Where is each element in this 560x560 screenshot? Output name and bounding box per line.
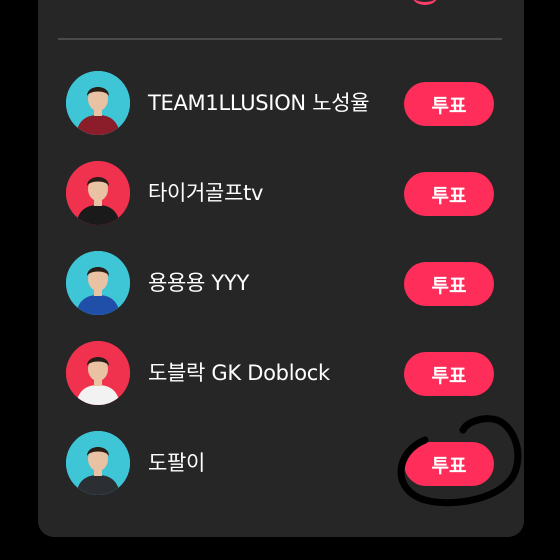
candidate-row: 용용용 YYY 투표 xyxy=(58,244,502,324)
candidate-name: TEAM1LLUSION 노성율 xyxy=(148,91,370,115)
vote-button[interactable]: 투표 xyxy=(404,442,494,486)
candidate-name: 도팔이 xyxy=(148,451,206,475)
vote-button[interactable]: 투표 xyxy=(404,262,494,306)
candidate-name: 용용용 YYY xyxy=(148,271,250,295)
divider xyxy=(58,38,502,40)
candidate-row: 타이거골프tv 투표 xyxy=(58,154,502,234)
avatar xyxy=(66,71,130,135)
candidate-row: TEAM1LLUSION 노성율 투표 xyxy=(58,64,502,144)
candidate-row: 도블락 GK Doblock 투표 xyxy=(58,334,502,414)
avatar xyxy=(66,161,130,225)
avatar xyxy=(66,341,130,405)
vote-button[interactable]: 투표 xyxy=(404,82,494,126)
avatar xyxy=(66,431,130,495)
avatar xyxy=(66,251,130,315)
vote-button[interactable]: 투표 xyxy=(404,352,494,396)
candidate-row: 도팔이 투표 xyxy=(58,424,502,504)
candidate-name: 타이거골프tv xyxy=(148,181,264,205)
candidate-name: 도블락 GK Doblock xyxy=(148,361,330,385)
vote-button[interactable]: 투표 xyxy=(404,172,494,216)
